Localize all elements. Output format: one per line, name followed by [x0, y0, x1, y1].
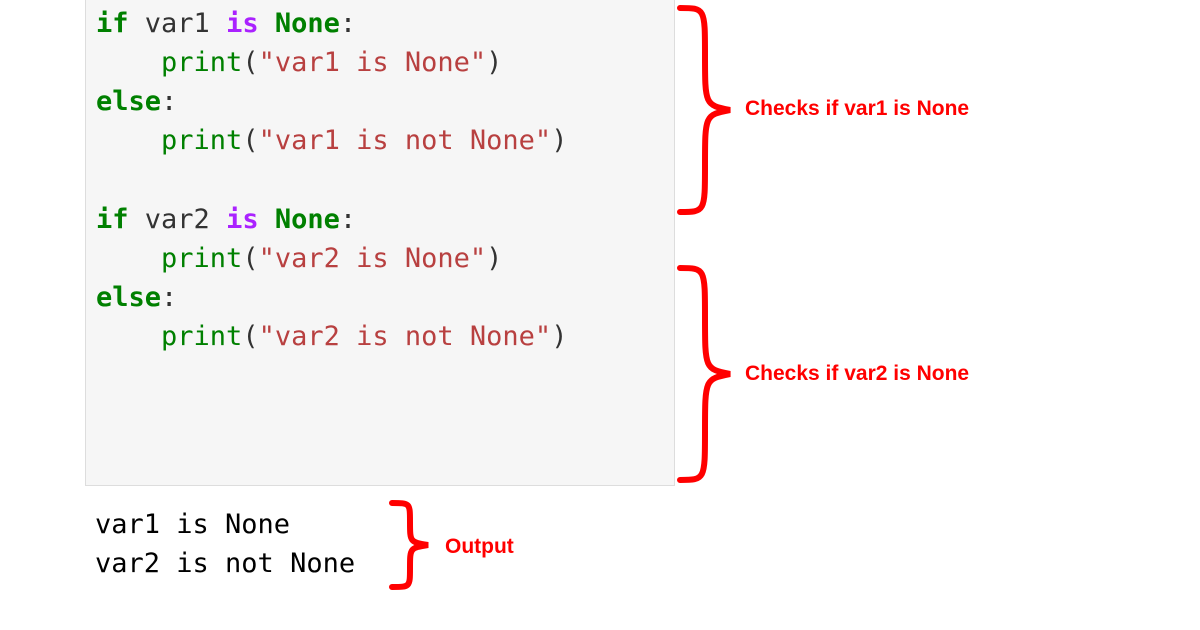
paren: ( — [242, 47, 258, 78]
colon: : — [340, 8, 356, 39]
annotation-block2: Checks if var2 is None — [745, 362, 969, 386]
literal-none: None — [275, 8, 340, 39]
identifier: var1 — [145, 8, 210, 39]
identifier: var2 — [145, 204, 210, 235]
keyword-else: else — [96, 86, 161, 117]
operator-is: is — [226, 8, 259, 39]
paren: ) — [486, 243, 502, 274]
paren: ) — [486, 47, 502, 78]
string-literal: "var2 is None" — [259, 243, 487, 274]
brace-icon — [388, 500, 433, 590]
colon: : — [161, 282, 177, 313]
paren: ( — [242, 125, 258, 156]
brace-icon — [675, 5, 735, 215]
builtin-print: print — [161, 321, 242, 352]
operator-is: is — [226, 204, 259, 235]
output-line: var2 is not None — [95, 548, 355, 579]
annotation-output: Output — [445, 535, 514, 559]
builtin-print: print — [161, 243, 242, 274]
output-line: var1 is None — [95, 509, 290, 540]
keyword-if: if — [96, 204, 129, 235]
figure-stage: if var1 is None: print("var1 is None") e… — [0, 0, 1200, 630]
paren: ( — [242, 321, 258, 352]
brace-icon — [675, 265, 735, 483]
builtin-print: print — [161, 125, 242, 156]
code-text: if var1 is None: print("var1 is None") e… — [96, 4, 664, 356]
builtin-print: print — [161, 47, 242, 78]
literal-none: None — [275, 204, 340, 235]
output-text: var1 is None var2 is not None — [95, 505, 355, 583]
colon: : — [340, 204, 356, 235]
string-literal: "var1 is not None" — [259, 125, 552, 156]
code-block: if var1 is None: print("var1 is None") e… — [85, 0, 675, 486]
string-literal: "var2 is not None" — [259, 321, 552, 352]
paren: ( — [242, 243, 258, 274]
paren: ) — [551, 321, 567, 352]
keyword-if: if — [96, 8, 129, 39]
colon: : — [161, 86, 177, 117]
annotation-block1: Checks if var1 is None — [745, 97, 969, 121]
paren: ) — [551, 125, 567, 156]
keyword-else: else — [96, 282, 161, 313]
string-literal: "var1 is None" — [259, 47, 487, 78]
